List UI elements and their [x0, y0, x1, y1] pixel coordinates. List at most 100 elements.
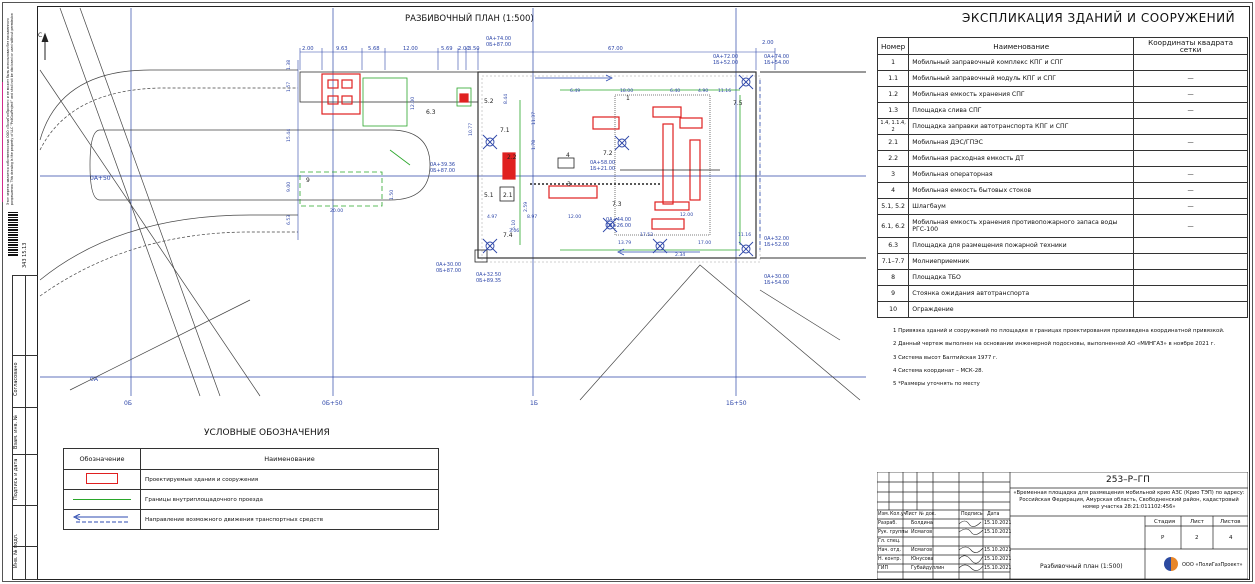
dim-m-18: 13.79 [618, 240, 631, 246]
row-name: Шлагбаум [908, 198, 1135, 215]
table-row: 1.1 Мобильный заправочный модуль КПГ и СП… [876, 70, 1248, 87]
coord-1b: 1Б+52.00 [713, 60, 738, 66]
tag-7-3: 7.3 [612, 201, 622, 208]
expl-header-coord: Координаты квадрата сетки [1133, 37, 1248, 55]
name-norm-control: Юнусова [911, 557, 934, 562]
row-name: Мобильная ДЭС/ГПЭС [908, 134, 1135, 151]
tag-7-2: 7.2 [603, 150, 613, 157]
coord-7b: 0Б+89.35 [476, 278, 501, 284]
date-chief-engineer: 15.10.2021 [984, 566, 1012, 571]
dim-m-14: 6.49 [570, 88, 580, 94]
row-name: Мобильная операторная [908, 166, 1135, 183]
general-notes: 1 Привязка зданий и сооружений по площад… [893, 325, 1225, 391]
row-number: 2.2 [876, 150, 910, 167]
expl-header-number: Номер [876, 37, 910, 55]
name-dept-head: Исмагов [911, 548, 933, 553]
note-3: 3 Система высот Балтийская 1977 г. [893, 354, 998, 361]
role-chief-engineer: ГИП [878, 566, 889, 571]
role-dept-head: Нач. отд. [878, 548, 902, 553]
dim-top-0: 2.00 [302, 46, 314, 52]
dim-m-1: 1.57 [286, 82, 292, 92]
row-coord [1133, 118, 1248, 135]
tag-6-3: 6.3 [426, 109, 436, 116]
row-coord: — [1133, 198, 1248, 215]
dim-m-25: 1.78 [531, 140, 537, 150]
dim-m-24: 10.77 [468, 123, 474, 136]
coord-3b: 0Б+87.00 [430, 168, 455, 174]
row-number: 1.2 [876, 86, 910, 103]
row-number: 7.1–7.7 [876, 253, 910, 270]
row-number: 1.4, 1.1.4, 2 [876, 118, 910, 135]
signatures [958, 520, 984, 571]
row-coord [1133, 150, 1248, 167]
table-row: 5.1, 5.2 Шлагбаум — [876, 198, 1248, 215]
legend-label: Проектируемые здания и сооружения [140, 469, 439, 490]
note-5: 5 *Размеры уточнять по месту [893, 381, 980, 388]
dim-m-22: 11.16 [738, 232, 751, 238]
table-row: 6.1, 6.2 Мобильная емкость хранения проти… [876, 214, 1248, 238]
row-coord: — [1133, 86, 1248, 103]
row-number: 2.1 [876, 134, 910, 151]
coord-2b: 1Б+54.00 [764, 60, 789, 66]
row-name: Мобильная емкость хранения противопожарн… [908, 214, 1135, 238]
tag-3: 3 [567, 181, 571, 188]
designed-buildings [321, 73, 703, 230]
note-1: 1 Привязка зданий и сооружений по площад… [893, 328, 1225, 334]
grid-label-0b50: 0Б+50 [322, 400, 343, 407]
explication-title: ЭКСПЛИКАЦИЯ ЗДАНИЙ И СООРУЖЕНИЙ [962, 11, 1236, 25]
north-arrow: С [38, 32, 49, 60]
tag-5-1: 5.1 [484, 192, 494, 199]
dim-m-4: 6.53 [286, 215, 292, 225]
dim-m-0: 1.38 [286, 60, 292, 70]
dim-m-15: 6.40 [670, 88, 680, 94]
date-developer: 15.10.2021 [984, 521, 1012, 526]
stage-value: Р [1161, 535, 1165, 541]
tag-7-5: 7.5 [733, 100, 743, 107]
dim-top-7: 67.00 [608, 46, 623, 52]
row-number: 8 [876, 269, 910, 286]
role-norm-control: Н. контр. [878, 557, 901, 562]
drawing-sheet: Этот чертеж является собственностью ООО … [0, 0, 1255, 584]
table-row: 6.3 Площадка для размещения пожарной техн… [876, 237, 1248, 254]
date-dept-head: 15.10.2021 [984, 548, 1012, 553]
dim-top-4: 5.69 [441, 46, 453, 52]
sheets-header: Листов [1220, 519, 1241, 525]
expl-header-name: Наименование [908, 37, 1135, 55]
grid-label-0a50: 0А+50 [90, 175, 111, 182]
coord-0b: 0Б+87.00 [486, 42, 511, 48]
coord-4b: 1Б+21.00 [590, 166, 615, 172]
dim-m-3: 9.00 [286, 182, 292, 192]
driveway-boundaries [299, 77, 741, 251]
dim-m-21: 17.00 [698, 240, 711, 246]
coordinate-grid [40, 8, 866, 396]
dim-m-6: 20.00 [330, 208, 343, 214]
dim-m-16: 4.90 [698, 88, 708, 94]
coord-5b: 1Б+26.00 [606, 223, 631, 229]
svg-text:С: С [38, 32, 42, 39]
row-coord [1133, 253, 1248, 270]
table-row: 1 Мобильный заправочный комплекс КПГ и СП… [876, 54, 1248, 71]
row-coord: — [1133, 102, 1248, 119]
row-name: Молниеприемник [908, 253, 1135, 270]
table-row: 7.1–7.7 Молниеприемник [876, 253, 1248, 270]
dim-m-8: 4.97 [487, 214, 497, 220]
row-number: 4 [876, 182, 910, 199]
legend-label: Направление возможного движения транспор… [140, 509, 439, 530]
col-date: Дата [987, 512, 1000, 517]
dim-m-5: 12.00 [410, 97, 416, 110]
row-coord [1133, 237, 1248, 254]
legend-row: Проектируемые здания и сооружения [63, 469, 439, 490]
row-name: Мобильная расходная емкость ДТ [908, 150, 1135, 167]
dim-m-10: 12.00 [568, 214, 581, 220]
dim-m-26: 11.37 [531, 112, 537, 125]
dim-top-1: 9.63 [336, 46, 348, 52]
dim-m-23: 8.44 [503, 94, 509, 104]
dim-top-2: 5.68 [368, 46, 380, 52]
dim-m-2: 15.44 [286, 129, 292, 142]
table-row: 1.4, 1.1.4, 2 Площадка заправки автотранс… [876, 118, 1248, 135]
legend-row: Границы внутриплощадочного проезда [63, 489, 439, 510]
title-block: 253–Р–ГП «Временная площадка для размеще… [877, 472, 1248, 579]
table-row: 10 Ограждение [876, 301, 1248, 318]
row-number: 3 [876, 166, 910, 183]
row-coord [1133, 285, 1248, 302]
